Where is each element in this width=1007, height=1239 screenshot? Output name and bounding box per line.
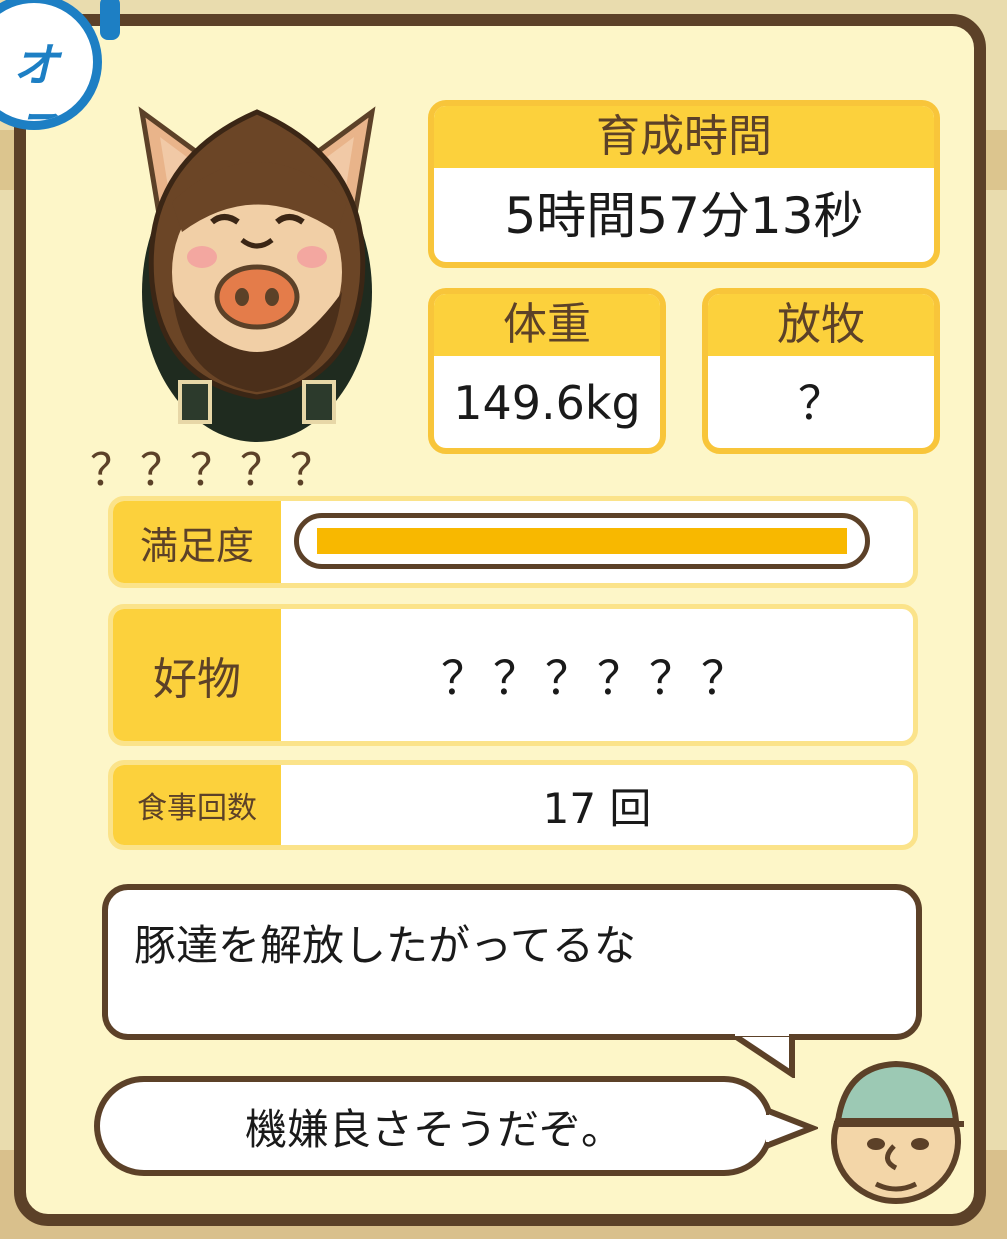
pig-comment-bubble: 豚達を解放したがってるな (102, 884, 922, 1040)
sex-badge-text: オス (13, 38, 59, 121)
sex-badge: オス (0, 0, 102, 130)
favorite-food-label: 好物 (113, 609, 281, 741)
meal-count-label: 食事回数 (113, 765, 281, 845)
farmer-bubble-tail (766, 1106, 818, 1150)
growth-time-panel: 育成時間 5時間57分13秒 (428, 100, 940, 268)
pig-name: ？？？？？ (90, 445, 340, 496)
satisfaction-gauge-fill (317, 528, 847, 554)
farmer-avatar (831, 1060, 964, 1204)
farmer-comment-bubble: 機嫌良さそうだぞ。 (94, 1076, 774, 1176)
pig-comment-text: 豚達を解放したがってるな (134, 921, 636, 970)
growth-time-label: 育成時間 (434, 106, 934, 168)
sex-symbol-arrow (100, 0, 120, 40)
growth-time-value: 5時間57分13秒 (504, 187, 864, 245)
pig-bubble-tail (732, 1034, 795, 1078)
pasture-label: 放牧 (708, 294, 934, 356)
meal-count-row: 食事回数 17 回 (108, 760, 918, 850)
favorite-food-value: ？？？？？？ (441, 651, 753, 705)
favorite-food-row: 好物 ？？？？？？ (108, 604, 918, 746)
meal-count-value: 17 回 (542, 783, 652, 833)
weight-value: 149.6kg (453, 376, 641, 430)
satisfaction-label: 満足度 (113, 501, 281, 583)
pasture-value: ？ (798, 376, 844, 430)
satisfaction-gauge (294, 513, 870, 569)
weight-panel: 体重 149.6kg (428, 288, 666, 454)
farmer-comment-text: 機嫌良さそうだぞ。 (244, 1104, 623, 1154)
boar-portrait (138, 106, 376, 442)
pig-status-card: ？？？？？ 育成時間 5時間57分13秒 体重 149.6kg 放牧 ？ 満足度… (14, 14, 986, 1226)
weight-label: 体重 (434, 294, 660, 356)
pasture-panel: 放牧 ？ (702, 288, 940, 454)
